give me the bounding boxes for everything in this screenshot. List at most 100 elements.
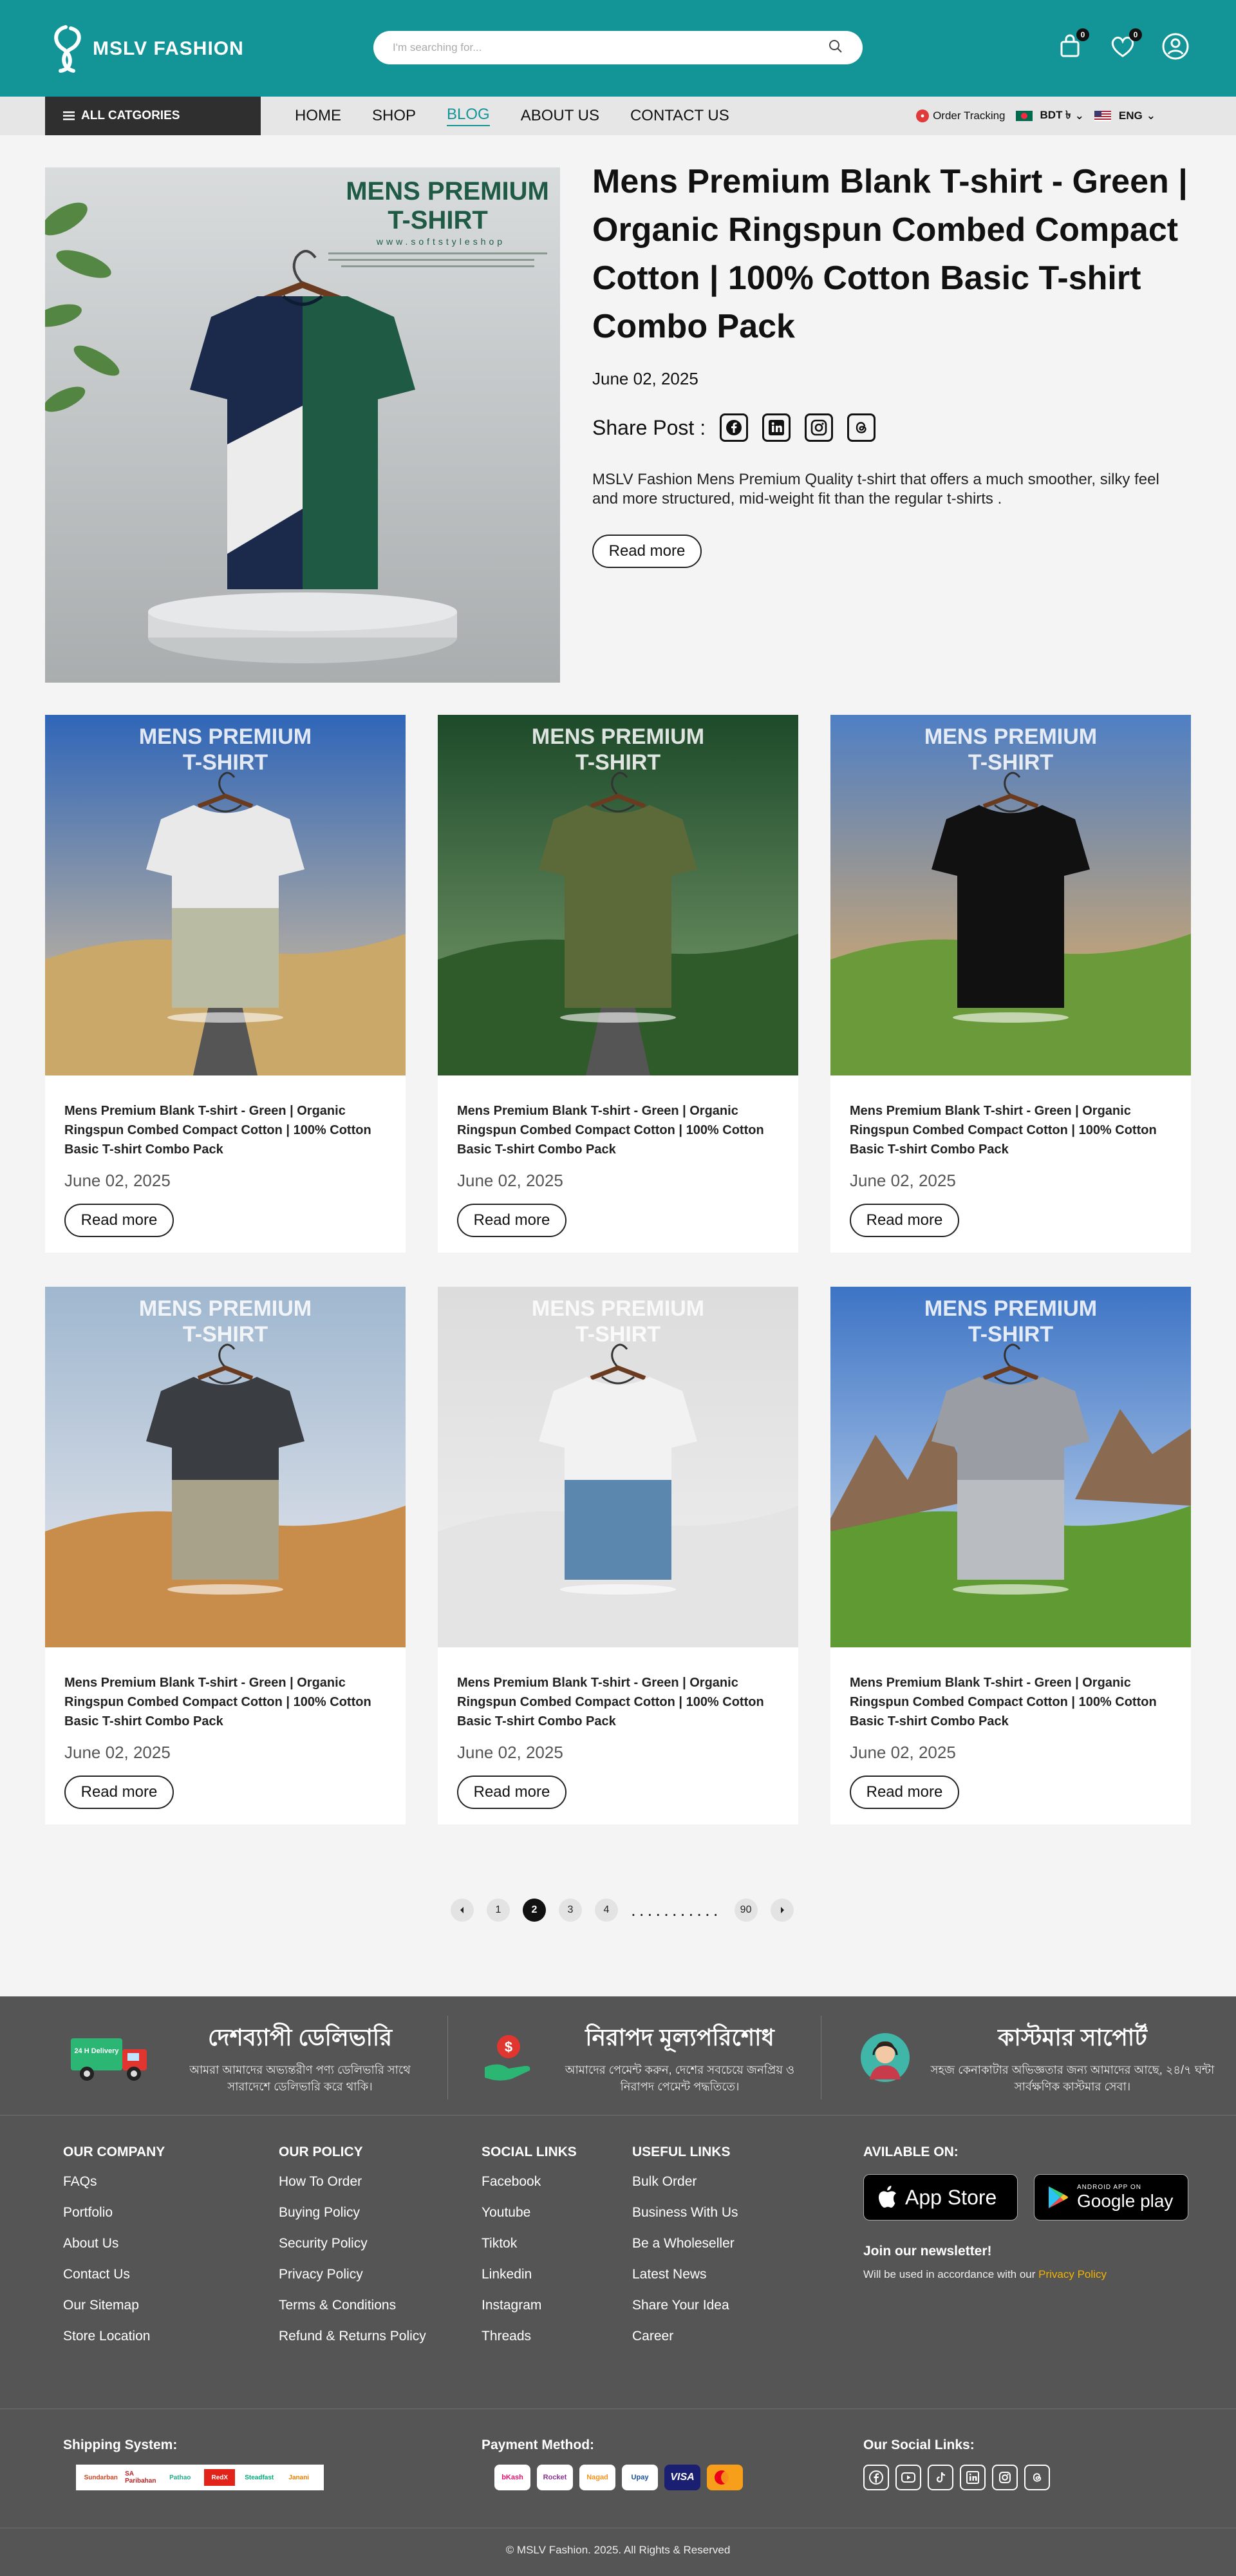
poster-title-line2: T-SHIRT [183, 750, 268, 775]
footer-link[interactable]: Career [632, 2329, 738, 2344]
nav-blog[interactable]: BLOG [447, 106, 490, 126]
linkedin-icon[interactable] [960, 2465, 986, 2490]
read-more-button[interactable]: Read more [850, 1776, 959, 1809]
blog-post-title[interactable]: Mens Premium Blank T-shirt - Green | Org… [850, 1101, 1172, 1159]
footer-col-heading: SOCIAL LINKS [482, 2145, 577, 2159]
footer-link[interactable]: How To Order [279, 2174, 426, 2190]
language-selector[interactable]: ENG ⌄ [1094, 109, 1156, 122]
nav-home[interactable]: HOME [295, 107, 341, 125]
search-input[interactable] [393, 41, 828, 54]
pagination-page[interactable]: 3 [559, 1899, 582, 1922]
chevron-down-icon: ⌄ [1146, 109, 1156, 122]
footer-link[interactable]: FAQs [63, 2174, 165, 2190]
cart-button[interactable]: 0 [1054, 28, 1089, 62]
blog-post-card: MENS PREMIUM T-SHIRT Mens Premium Blank … [438, 1287, 798, 1824]
google-play-button[interactable]: ANDROID APP ON Google play [1034, 2174, 1188, 2221]
featured-post-image[interactable]: MENS PREMIUM T-SHIRT www.softstyleshop [45, 167, 560, 683]
footer-link[interactable]: Latest News [632, 2267, 738, 2282]
footer-link[interactable]: Facebook [482, 2174, 577, 2190]
blog-post-image[interactable]: MENS PREMIUM T-SHIRT [438, 1287, 798, 1647]
footer-link[interactable]: Security Policy [279, 2236, 426, 2251]
footer-link[interactable]: Terms & Conditions [279, 2298, 426, 2313]
blog-post-image[interactable]: MENS PREMIUM T-SHIRT [45, 1287, 406, 1647]
order-tracking-link[interactable]: ● Order Tracking [916, 109, 1006, 122]
read-more-button[interactable]: Read more [64, 1204, 174, 1237]
pagination-next-button[interactable] [770, 1899, 794, 1922]
footer-link[interactable]: Refund & Returns Policy [279, 2329, 426, 2344]
footer-features: 24 H Delivery দেশব্যাপী ডেলিভারি আমরা আম… [0, 1996, 1236, 2116]
bangladesh-flag-icon [1015, 111, 1033, 121]
share-post-row: Share Post : [592, 413, 1191, 442]
location-pin-icon: ● [916, 109, 930, 122]
payment-logos: bKash Rocket Nagad Upay VISA [494, 2465, 743, 2490]
footer-link[interactable]: Youtube [482, 2205, 577, 2221]
featured-post-title[interactable]: Mens Premium Blank T-shirt - Green | Org… [592, 158, 1191, 351]
blog-post-title[interactable]: Mens Premium Blank T-shirt - Green | Org… [850, 1673, 1172, 1731]
blog-post-image[interactable]: MENS PREMIUM T-SHIRT [438, 715, 798, 1075]
footer-link[interactable]: Business With Us [632, 2205, 738, 2221]
instagram-icon[interactable] [992, 2465, 1018, 2490]
blog-post-card: MENS PREMIUM T-SHIRT Mens Premium Blank … [830, 1287, 1191, 1824]
privacy-policy-link[interactable]: Privacy Policy [1038, 2268, 1107, 2280]
linkedin-icon[interactable] [762, 413, 791, 442]
blog-post-title[interactable]: Mens Premium Blank T-shirt - Green | Org… [64, 1673, 386, 1731]
footer-link[interactable]: Share Your Idea [632, 2298, 738, 2313]
search-icon[interactable] [828, 39, 843, 57]
blog-post-title[interactable]: Mens Premium Blank T-shirt - Green | Org… [457, 1101, 779, 1159]
read-more-button[interactable]: Read more [457, 1776, 566, 1809]
poster-title-line1: MENS PREMIUM [346, 177, 549, 205]
footer-link[interactable]: Linkedin [482, 2267, 577, 2282]
featured-post-excerpt: MSLV Fashion Mens Premium Quality t-shir… [592, 471, 1159, 507]
footer-link[interactable]: Privacy Policy [279, 2267, 426, 2282]
facebook-icon[interactable] [863, 2465, 889, 2490]
nav-contact-us[interactable]: CONTACT US [630, 107, 729, 125]
pagination-prev-button[interactable] [451, 1899, 474, 1922]
threads-icon[interactable] [847, 413, 876, 442]
youtube-icon[interactable] [895, 2465, 921, 2490]
wishlist-button[interactable]: 0 [1107, 28, 1142, 62]
footer-link[interactable]: Instagram [482, 2298, 577, 2313]
threads-icon[interactable] [1024, 2465, 1050, 2490]
site-header: MSLV FASHION 0 0 [0, 0, 1236, 97]
footer-link[interactable]: Buying Policy [279, 2205, 426, 2221]
blog-post-date: June 02, 2025 [457, 1743, 563, 1762]
nav-about-us[interactable]: ABOUT US [521, 107, 599, 125]
currency-selector[interactable]: BDT ৳ ⌄ [1015, 107, 1084, 125]
read-more-button[interactable]: Read more [850, 1204, 959, 1237]
read-more-button[interactable]: Read more [457, 1204, 566, 1237]
footer-link[interactable]: About Us [63, 2236, 165, 2251]
tiktok-icon[interactable] [928, 2465, 953, 2490]
order-tracking-label: Order Tracking [933, 109, 1006, 122]
featured-read-more-button[interactable]: Read more [592, 535, 702, 568]
pagination-page-last[interactable]: 90 [734, 1899, 758, 1922]
blog-post-image[interactable]: MENS PREMIUM T-SHIRT [45, 715, 406, 1075]
facebook-icon[interactable] [720, 413, 749, 442]
read-more-button[interactable]: Read more [64, 1776, 174, 1809]
instagram-icon[interactable] [805, 413, 834, 442]
footer-link[interactable]: Portfolio [63, 2205, 165, 2221]
all-categories-button[interactable]: ALL CATGORIES [45, 97, 261, 135]
tshirt-poster: MENS PREMIUM T-SHIRT [45, 715, 406, 1075]
pagination-page[interactable]: 4 [595, 1899, 618, 1922]
google-play-small-label: ANDROID APP ON [1077, 2183, 1141, 2191]
footer-link[interactable]: Store Location [63, 2329, 165, 2344]
footer-link[interactable]: Threads [482, 2329, 577, 2344]
copyright-text: © MSLV Fashion. 2025. All Rights & Reser… [505, 2544, 731, 2556]
site-logo[interactable]: MSLV FASHION [45, 23, 244, 75]
pagination-page-active[interactable]: 2 [523, 1899, 546, 1922]
footer-link[interactable]: Bulk Order [632, 2174, 738, 2190]
footer-link[interactable]: Our Sitemap [63, 2298, 165, 2313]
app-store-button[interactable]: App Store [863, 2174, 1018, 2221]
nav-shop[interactable]: SHOP [372, 107, 416, 125]
footer-link[interactable]: Contact Us [63, 2267, 165, 2282]
footer-link[interactable]: Tiktok [482, 2236, 577, 2251]
blog-post-title[interactable]: Mens Premium Blank T-shirt - Green | Org… [64, 1101, 386, 1159]
payment-methods: Payment Method: bKash Rocket Nagad Upay … [482, 2438, 743, 2490]
blog-post-title[interactable]: Mens Premium Blank T-shirt - Green | Org… [457, 1673, 779, 1731]
google-play-label: Google play [1077, 2190, 1174, 2211]
blog-post-image[interactable]: MENS PREMIUM T-SHIRT [830, 1287, 1191, 1647]
footer-link[interactable]: Be a Wholeseller [632, 2236, 738, 2251]
account-button[interactable] [1160, 31, 1191, 62]
blog-post-image[interactable]: MENS PREMIUM T-SHIRT [830, 715, 1191, 1075]
pagination-page[interactable]: 1 [487, 1899, 510, 1922]
